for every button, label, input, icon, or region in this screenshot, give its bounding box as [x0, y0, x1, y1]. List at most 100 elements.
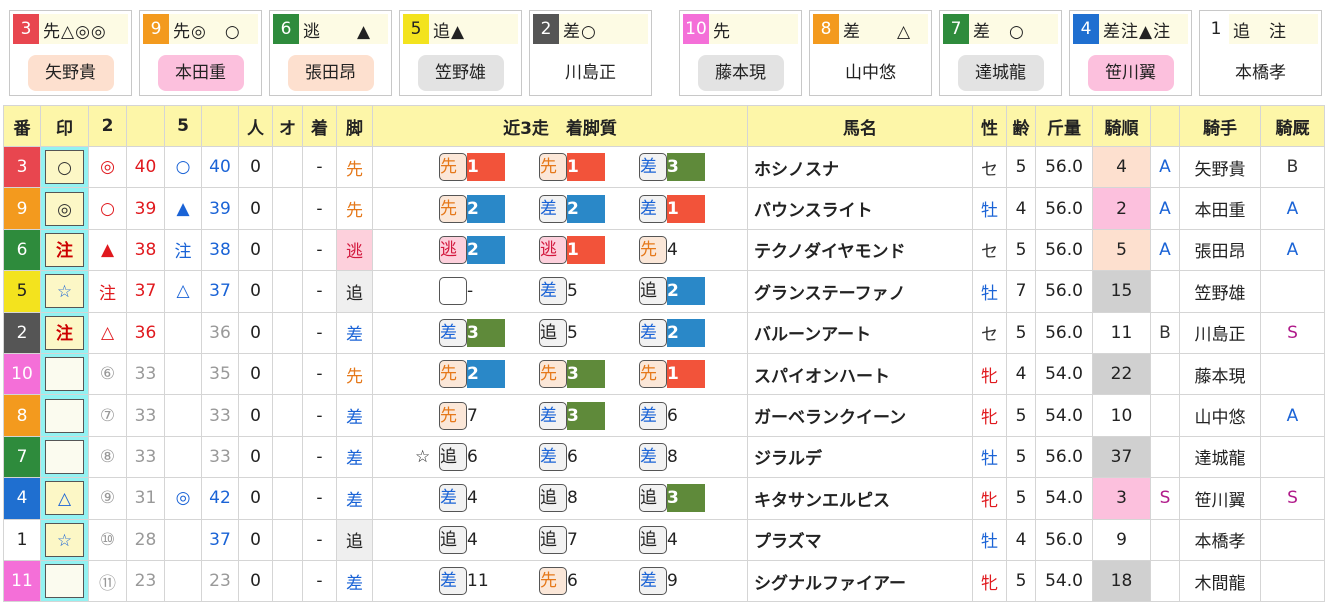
horse-name-cell[interactable]: ホシノスナ [747, 145, 973, 189]
run-leg-badge: 差 [539, 194, 567, 223]
column-header[interactable]: 騎順 [1092, 105, 1151, 147]
horse-name-cell[interactable]: シグナルファイアー [747, 559, 973, 603]
run-finish-rank: 2 [667, 318, 705, 347]
prediction-mark-cell[interactable] [40, 352, 89, 396]
table-row[interactable]: 3 ○ ◎ 40 ○ 40 0- 先先 1 先 1 差 3 ホシノスナセ 5 56.0 4 A 矢野貴 B [3, 145, 1325, 189]
column-header[interactable]: 脚 [336, 105, 373, 147]
column-header[interactable]: 馬名 [747, 105, 973, 147]
jockey-name-cell[interactable]: 木間龍 [1179, 559, 1261, 603]
prediction-mark-cell[interactable]: △ [40, 477, 89, 520]
jockey-name-cell[interactable]: 本橋孝 [1179, 518, 1261, 561]
column-header[interactable]: 5 [164, 105, 202, 147]
jockey-name-tag: 藤本現 [697, 55, 784, 91]
jockey-card[interactable]: 7差 ○ 達城龍 [939, 10, 1062, 96]
horse-name-cell[interactable]: バウンスライト [747, 187, 973, 230]
prediction-mark-cell[interactable] [40, 559, 89, 603]
horse-name-cell[interactable]: テクノダイヤモンド [747, 228, 973, 272]
table-row[interactable]: 11 ⑪ 23 23 0- 差差 11 先 6 差 9 シグナルファイアー牝 5 54.0 18 木間龍 [3, 559, 1325, 603]
jockey-card[interactable]: 10 先藤本現 [679, 10, 802, 96]
table-row[interactable]: 1 ☆ ⑩ 28 37 0- 追追 4 追 7 追 4 プラズマ牡 4 56.0 9 本橋孝 [3, 518, 1325, 561]
prediction-mark-cell[interactable]: ○ [40, 145, 89, 189]
column-header[interactable]: 騎厩 [1260, 105, 1325, 147]
jockey-card[interactable]: 3 先△◎◎ 矢野貴 [9, 10, 132, 96]
jockey-name-cell[interactable]: 山中悠 [1179, 394, 1261, 437]
run-leg-badge: 差 [639, 318, 667, 347]
jockey-name-cell[interactable]: 藤本現 [1179, 352, 1261, 396]
run-leg-badge: 差 [439, 318, 467, 347]
column-header[interactable] [201, 105, 239, 147]
prediction-mark-cell[interactable]: ◎ [40, 187, 89, 230]
weight-cell: 54.0 [1035, 352, 1093, 396]
table-row[interactable]: 10 ⑥ 33 35 0- 先先 2 先 3 先 1 スパイオンハート牝 4 54.0 22 藤本現 [3, 352, 1325, 396]
jockey-name-cell[interactable]: 川島正 [1179, 311, 1261, 354]
jockey-name-cell[interactable]: 本田重 [1179, 187, 1261, 230]
mark-5-cell [164, 518, 202, 561]
horse-name-cell[interactable]: キタサンエルピス [747, 477, 973, 520]
recent-runs-cell: 先2差2差1 [372, 187, 748, 230]
column-header[interactable]: 2 [88, 105, 127, 147]
horse-name-cell[interactable]: グランステーファノ [747, 270, 973, 313]
jockey-name-tag: 張田昂 [287, 55, 374, 91]
jockey-name-cell[interactable]: 笠野雄 [1179, 270, 1261, 313]
weight-cell: 56.0 [1035, 228, 1093, 272]
horse-name-cell[interactable]: バルーンアート [747, 311, 973, 354]
column-header[interactable] [1150, 105, 1180, 147]
horse-number-cell: 6 [3, 228, 41, 272]
horse-name-cell[interactable]: ガーベランクイーン [747, 394, 973, 437]
running-style-cell: 追 [336, 270, 373, 313]
horse-number-cell: 10 [3, 352, 41, 396]
column-header[interactable] [126, 105, 165, 147]
table-row[interactable]: 9 ◎ ○ 39 ▲ 39 0- 先先 2 差 2 差 1 バウンスライト牡 4 56.0 2 A 本田重 A [3, 187, 1325, 230]
prediction-mark-cell[interactable] [40, 394, 89, 437]
finish-cell: - [302, 187, 337, 230]
table-row[interactable]: 7 ⑧ 33 33 0- 差 ☆ 追 6 差 6 差 8 ジラルデ牡 5 56.0 37 達城龍 [3, 435, 1325, 479]
jockey-name-tag: 山中悠 [827, 55, 914, 91]
jockey-card[interactable]: 9 先◎ ○ 本田重 [139, 10, 262, 96]
table-row[interactable]: 6 注 ▲ 38 注 38 0- 逃逃 2 逃 1 先 4 テクノダイヤモンドセ 5 56.0 5 A 張田昂 A [3, 228, 1325, 272]
column-header[interactable]: 着 [302, 105, 337, 147]
recent-run: 追5 [515, 318, 615, 347]
jockey-card[interactable]: 4 差注▲注 笹川翼 [1069, 10, 1192, 96]
recent-run: 差2 [615, 318, 715, 347]
column-header[interactable]: 性 [972, 105, 1007, 147]
prediction-mark-cell[interactable] [40, 435, 89, 479]
column-header[interactable]: 斤量 [1035, 105, 1093, 147]
jockey-name-cell[interactable]: 張田昂 [1179, 228, 1261, 272]
horse-name-cell[interactable]: ジラルデ [747, 435, 973, 479]
table-row[interactable]: 5 ☆ 注 37 △ 37 0- 追 - 差 5 追 2 グランステーファノ牡 7 56.0 15 笠野雄 [3, 270, 1325, 313]
jockey-card[interactable]: 8差 △ 山中悠 [809, 10, 932, 96]
prediction-mark-cell[interactable]: ☆ [40, 518, 89, 561]
horse-number-cell: 11 [3, 559, 41, 603]
horse-number-badge: 1 [1203, 14, 1229, 44]
jockey-name-cell[interactable]: 達城龍 [1179, 435, 1261, 479]
jockey-card[interactable]: 1追 注本橋孝 [1199, 10, 1322, 96]
sex-cell: 牡 [972, 518, 1007, 561]
run-finish-rank: 3 [667, 484, 705, 513]
recent-runs-cell: 差 11 先 6 差 9 [372, 559, 748, 603]
column-header[interactable]: オ [272, 105, 303, 147]
jockey-card[interactable]: 2 差○ 川島正 [529, 10, 652, 96]
jockey-card[interactable]: 5 追▲ 笠野雄 [399, 10, 522, 96]
prediction-mark-cell[interactable]: ☆ [40, 270, 89, 313]
horse-name-cell[interactable]: スパイオンハート [747, 352, 973, 396]
column-header[interactable]: 印 [40, 105, 89, 147]
stable-grade-cell: A [1260, 228, 1325, 272]
column-header[interactable]: 近3走 着脚質 [372, 105, 748, 147]
table-row[interactable]: 4 △ ⑨ 31 ◎ 42 0- 差差 4 追 8 追 3 キタサンエルピス牝 5 54.0 3 S 笹川翼 S [3, 477, 1325, 520]
horse-name-cell[interactable]: プラズマ [747, 518, 973, 561]
run-leg-badge: 追 [639, 277, 667, 306]
jockey-name-cell[interactable]: 笹川翼 [1179, 477, 1261, 520]
popularity-cell: 0 [238, 145, 273, 189]
column-header[interactable]: 人 [238, 105, 273, 147]
table-row[interactable]: 2 注 △ 36 36 0- 差差 3 追 5 差 2 バルーンアートセ 5 56.0 11 B 川島正 S [3, 311, 1325, 354]
column-header[interactable]: 番 [3, 105, 41, 147]
jockey-name-cell[interactable]: 矢野貴 [1179, 145, 1261, 189]
column-header[interactable]: 齢 [1006, 105, 1036, 147]
sex-cell: セ [972, 228, 1007, 272]
prediction-mark-cell[interactable]: 注 [40, 228, 89, 272]
prediction-mark-cell[interactable]: 注 [40, 311, 89, 354]
table-row[interactable]: 8 ⑦ 33 33 0- 差先 7 差 3 差 6 ガーベランクイーン牝 5 54.0 10 山中悠 A [3, 394, 1325, 437]
sex-cell: 牝 [972, 352, 1007, 396]
column-header[interactable]: 騎手 [1179, 105, 1261, 147]
jockey-card[interactable]: 6逃 ▲ 張田昂 [269, 10, 392, 96]
